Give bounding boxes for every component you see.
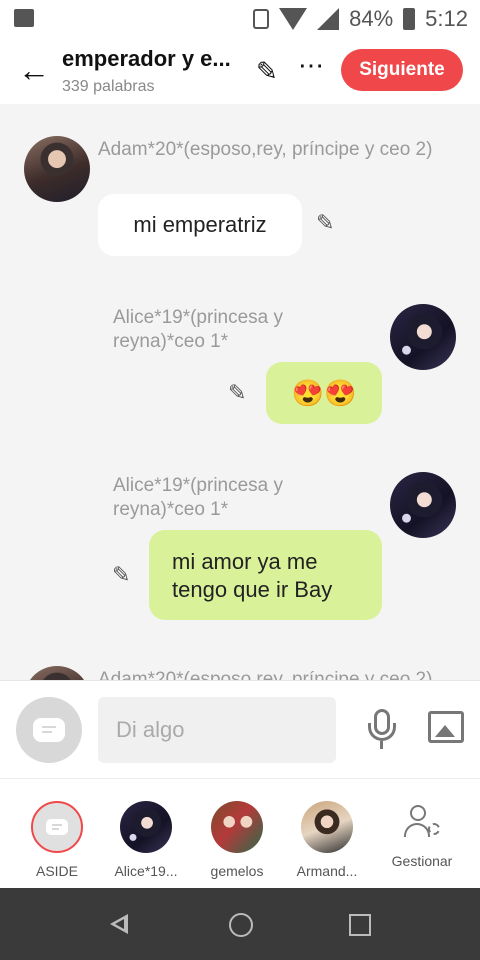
sender-name: Adam*20*(esposo,rey, príncipe y ceo 2) [98, 139, 433, 160]
pencil-icon[interactable]: ✎ [316, 210, 334, 236]
gemelos-avatar [211, 801, 263, 853]
alice-avatar[interactable] [390, 304, 456, 370]
battery-percent: 84% [349, 6, 394, 31]
character-label: Alice*19... [114, 863, 178, 879]
manage-characters-button[interactable]: Gestionar [380, 801, 464, 869]
message-bubble[interactable]: mi amor ya me tengo que ir Bay [149, 530, 382, 620]
clock: 5:12 [425, 6, 468, 31]
status-bar: 84% 5:12 [0, 0, 480, 36]
wifi-icon [279, 8, 308, 30]
alice-avatar[interactable] [390, 472, 456, 538]
status-icons: 84% 5:12 [253, 6, 468, 32]
battery-icon [403, 8, 416, 30]
message-bubble[interactable]: mi emperatriz [98, 194, 302, 256]
more-icon[interactable]: ⋯ [298, 50, 325, 81]
story-header: ← emperador y e... 339 palabras ✎ ⋯ Sigu… [0, 36, 480, 104]
character-label: Armand... [296, 863, 358, 879]
next-button[interactable]: Siguiente [341, 49, 463, 91]
adam-avatar[interactable] [24, 136, 90, 202]
nav-home-icon[interactable] [229, 913, 253, 937]
composer-bar: Di algo [0, 680, 480, 779]
character-label: gemelos [210, 863, 264, 879]
message-input[interactable]: Di algo [98, 697, 336, 763]
pencil-icon[interactable]: ✎ [228, 380, 246, 406]
pencil-icon[interactable]: ✎ [112, 562, 130, 588]
alice-avatar [120, 801, 172, 853]
sender-name: Alice*19*(princesa y reyna)*ceo 1* [113, 475, 284, 520]
character-alice[interactable]: Alice*19... [104, 801, 188, 879]
aside-toggle-button[interactable] [16, 697, 82, 763]
adam-avatar[interactable] [24, 666, 90, 680]
back-arrow-icon[interactable]: ← [18, 54, 50, 86]
message-bubble[interactable]: 😍😍 [266, 362, 382, 424]
chat-bubble-icon [46, 819, 68, 835]
chat-area[interactable]: Adam*20*(esposo,rey, príncipe y ceo 2) m… [0, 104, 480, 680]
manage-icon [396, 801, 448, 853]
system-nav-bar [0, 888, 480, 960]
microphone-icon[interactable] [366, 709, 398, 751]
signal-icon [317, 8, 340, 30]
nav-recents-icon[interactable] [349, 914, 371, 936]
character-aside[interactable]: ASIDE [15, 801, 99, 879]
character-label: ASIDE [35, 863, 78, 879]
aside-avatar [31, 801, 83, 853]
character-selector: ASIDE Alice*19... gemelos Armand... Gest… [0, 778, 480, 889]
character-armand[interactable]: Armand... [285, 801, 369, 879]
gallery-notification-icon [14, 9, 34, 27]
character-gemelos[interactable]: gemelos [195, 801, 279, 879]
word-count: 339 palabras [62, 78, 155, 95]
pencil-icon[interactable]: ✎ [256, 56, 278, 87]
sender-name: Alice*19*(princesa y reyna)*ceo 1* [113, 307, 284, 352]
chat-bubble-icon [33, 718, 65, 742]
manage-label: Gestionar [391, 853, 453, 869]
sender-name: Adam*20*(esposo,rey, príncipe y ceo 2) [98, 669, 433, 680]
armand-avatar [301, 801, 353, 853]
vibrate-icon [253, 9, 270, 29]
story-title: emperador y e... [62, 46, 231, 71]
image-icon[interactable] [428, 711, 464, 743]
